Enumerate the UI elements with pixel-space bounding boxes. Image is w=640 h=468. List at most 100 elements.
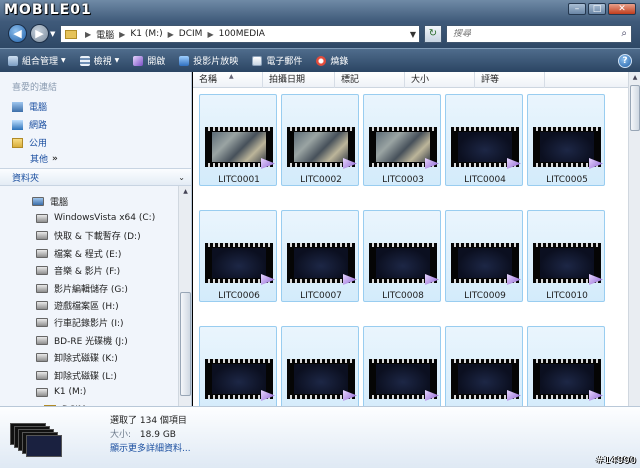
breadcrumb-separator-icon[interactable]: ▶ <box>168 30 174 39</box>
tree-item[interactable]: 快取 & 下載暫存 (D:) <box>36 229 141 243</box>
folders-header[interactable]: 資料夾 ⌄ <box>0 168 191 186</box>
file-tile[interactable]: LITC0006 <box>199 210 277 302</box>
file-tile[interactable]: LITC0011 <box>199 326 277 406</box>
video-frame <box>212 248 266 278</box>
tree-item[interactable]: 音樂 & 影片 (F:) <box>36 264 120 278</box>
tree-item[interactable]: 檔案 & 程式 (E:) <box>36 246 121 260</box>
image-id-watermark: #14990 <box>595 455 636 466</box>
tree-item[interactable]: K1 (M:) <box>36 385 86 399</box>
forward-button[interactable]: ▶ <box>30 24 49 43</box>
minimize-button[interactable]: – <box>568 3 586 15</box>
search-input[interactable] <box>453 29 613 39</box>
scroll-up-icon[interactable]: ▲ <box>629 72 640 84</box>
breadcrumb-100media[interactable]: 100MEDIA <box>219 29 265 39</box>
refresh-button[interactable]: ↻ <box>424 25 442 43</box>
folder-tree-scroll-thumb[interactable] <box>180 292 191 396</box>
video-frame <box>540 248 594 278</box>
drive-icon <box>36 213 48 223</box>
tree-item[interactable]: 卸除式磁碟 (L:) <box>36 368 117 382</box>
more-links[interactable]: 其他 » <box>30 152 58 166</box>
tree-item[interactable]: 電腦 <box>32 194 68 208</box>
breadcrumb-separator-icon[interactable]: ▶ <box>85 30 91 39</box>
column-header-rating[interactable]: 評等 <box>475 72 545 88</box>
maximize-button[interactable]: □ <box>588 3 606 15</box>
tree-item[interactable]: 行車記錄影片 (I:) <box>36 316 124 330</box>
tree-item[interactable]: 影片編輯儲存 (G:) <box>36 281 128 295</box>
file-list-scroll-thumb[interactable] <box>630 85 640 131</box>
breadcrumb-computer[interactable]: 電腦 <box>96 28 114 41</box>
title-bar: MOBILE01 – □ ✕ ◀ ▶ ▼ ▶ 電腦 ▶ K1 (M:) ▶ DC… <box>0 0 640 48</box>
drive-icon <box>36 266 48 276</box>
tree-item[interactable]: 卸除式磁碟 (K:) <box>36 351 118 365</box>
column-header-name[interactable]: 名稱 ▲ <box>193 72 263 88</box>
file-tile[interactable]: LITC0008 <box>363 210 441 302</box>
address-dropdown-icon[interactable]: ▼ <box>410 30 416 39</box>
video-thumbnail <box>533 127 603 169</box>
tree-item[interactable]: WindowsVista x64 (C:) <box>36 211 155 225</box>
video-frame <box>540 364 594 394</box>
media-player-icon <box>425 274 439 285</box>
recent-pages-dropdown-icon[interactable]: ▼ <box>50 30 55 38</box>
open-button[interactable]: 開啟 <box>133 54 165 67</box>
file-list-scrollbar[interactable]: ▲ <box>628 72 640 406</box>
file-name: LITC0002 <box>300 175 342 185</box>
search-icon[interactable]: ⌕ <box>621 28 627 39</box>
column-header-tags[interactable]: 標記 <box>335 72 405 88</box>
video-frame <box>294 364 348 394</box>
file-tile[interactable]: LITC0005 <box>527 94 605 186</box>
tree-item[interactable]: 遊戲檔案區 (H:) <box>36 298 119 312</box>
file-tile[interactable]: LITC0014 <box>445 326 523 406</box>
drive-icon <box>36 231 48 241</box>
close-button[interactable]: ✕ <box>608 3 636 15</box>
file-name: LITC0003 <box>382 175 424 185</box>
file-tile[interactable]: LITC0010 <box>527 210 605 302</box>
address-bar[interactable]: ▶ 電腦 ▶ K1 (M:) ▶ DCIM ▶ 100MEDIA ▼ <box>60 25 420 43</box>
drive-icon <box>36 283 48 293</box>
column-header-date-taken[interactable]: 拍攝日期 <box>263 72 335 88</box>
breadcrumb-dcim[interactable]: DCIM <box>179 29 203 39</box>
show-more-details-link[interactable]: 顯示更多詳細資料... <box>110 441 191 454</box>
file-tile[interactable]: LITC0015 <box>527 326 605 406</box>
burn-button[interactable]: 燒錄 <box>316 54 348 67</box>
favorite-link-network[interactable]: 網路 <box>12 118 47 131</box>
breadcrumb-separator-icon[interactable]: ▶ <box>119 30 125 39</box>
slideshow-button[interactable]: 投影片放映 <box>179 54 238 67</box>
file-tile[interactable]: LITC0004 <box>445 94 523 186</box>
video-frame <box>376 132 430 162</box>
favorite-link-computer[interactable]: 電腦 <box>12 100 47 113</box>
file-tile[interactable]: LITC0003 <box>363 94 441 186</box>
tree-item-label: 檔案 & 程式 (E:) <box>54 249 122 260</box>
search-box[interactable]: ⌕ <box>446 25 632 43</box>
file-tile[interactable]: LITC0013 <box>363 326 441 406</box>
tree-item-label: 卸除式磁碟 (L:) <box>54 371 117 382</box>
film-sprocket <box>287 359 355 363</box>
film-sprocket <box>287 243 355 247</box>
folder-tree-scrollbar[interactable]: ▲ <box>178 186 191 406</box>
video-thumbnail <box>287 359 357 401</box>
column-headers: 名稱 ▲ 拍攝日期 標記 大小 評等 <box>193 72 628 88</box>
media-player-icon <box>261 274 275 285</box>
file-tile[interactable]: LITC0002 <box>281 94 359 186</box>
column-header-size[interactable]: 大小 <box>405 72 475 88</box>
film-sprocket <box>533 127 601 131</box>
drive-icon <box>36 318 48 328</box>
file-tile[interactable]: LITC0001 <box>199 94 277 186</box>
breadcrumb-drive[interactable]: K1 (M:) <box>130 29 162 39</box>
organize-button[interactable]: 組合管理 ▼ <box>8 54 66 67</box>
media-player-icon <box>589 390 603 401</box>
tree-item[interactable]: BD-RE 光碟機 (J:) <box>36 333 128 347</box>
favorite-link-public[interactable]: 公用 <box>12 136 47 149</box>
film-sprocket <box>533 243 601 247</box>
breadcrumb-separator-icon[interactable]: ▶ <box>207 30 213 39</box>
help-icon[interactable]: ? <box>618 54 632 68</box>
film-sprocket <box>533 359 601 363</box>
media-player-icon <box>343 390 357 401</box>
email-button[interactable]: 電子郵件 <box>252 54 302 67</box>
back-button[interactable]: ◀ <box>8 24 27 43</box>
file-tile[interactable]: LITC0007 <box>281 210 359 302</box>
views-button[interactable]: 檢視 ▼ <box>79 54 119 67</box>
file-tile[interactable]: LITC0009 <box>445 210 523 302</box>
scroll-up-icon[interactable]: ▲ <box>179 186 192 198</box>
file-tile[interactable]: LITC0012 <box>281 326 359 406</box>
sort-ascending-icon: ▲ <box>229 73 234 80</box>
